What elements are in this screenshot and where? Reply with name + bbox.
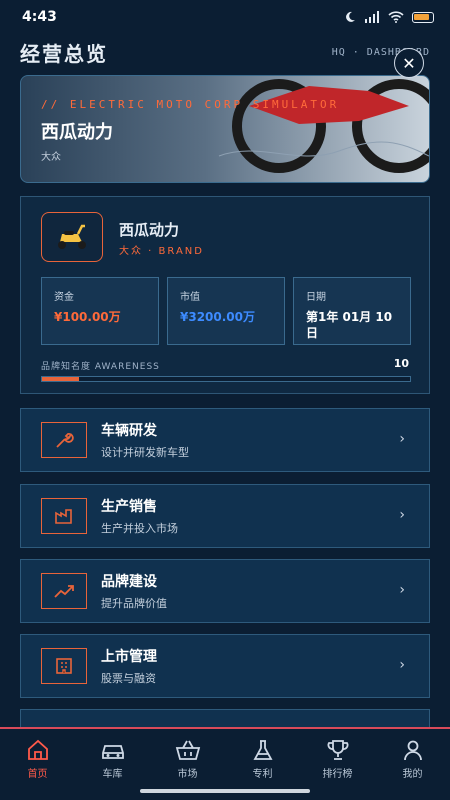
status-bar: 4:43 — [0, 0, 450, 34]
chevron-right-icon: › — [399, 431, 405, 447]
battery-icon — [412, 11, 434, 23]
brand-card: 西瓜动力 大众 · BRAND 资金 ¥100.00万 市值 ¥3200.00万… — [20, 196, 430, 394]
awareness-value: 10 — [393, 357, 409, 370]
menu-desc: 生产并投入市场 — [101, 522, 178, 535]
tab-leaderboard[interactable]: 排行榜 — [308, 739, 368, 800]
banner-title: 西瓜动力 — [41, 122, 113, 143]
menu-item-production-sales[interactable]: 生产销售 生产并投入市场 › — [20, 484, 430, 548]
chevron-right-icon: › — [399, 582, 405, 598]
wrench-icon — [41, 422, 87, 458]
home-icon — [27, 739, 48, 760]
status-time: 4:43 — [22, 9, 57, 25]
basket-icon — [175, 740, 200, 760]
menu-title: 上市管理 — [101, 649, 157, 665]
moon-icon — [344, 8, 356, 27]
tab-label: 市场 — [177, 769, 198, 780]
tab-label: 排行榜 — [322, 769, 353, 780]
status-icons — [344, 8, 434, 27]
funds-stat: 资金 ¥100.00万 — [41, 277, 159, 345]
signal-icon — [364, 8, 380, 27]
scooter-icon — [58, 224, 86, 249]
tab-label: 专利 — [252, 769, 273, 780]
wifi-icon — [388, 8, 404, 27]
menu-title: 品牌建设 — [101, 574, 157, 590]
tab-label: 车库 — [102, 769, 123, 780]
close-button[interactable]: ✕ — [394, 48, 424, 78]
awareness-progress-fill — [42, 377, 79, 381]
tab-profile[interactable]: 我的 — [383, 739, 443, 800]
car-icon — [101, 745, 124, 759]
stat-value: ¥3200.00万 — [180, 310, 256, 324]
menu-title: 生产销售 — [101, 499, 157, 515]
chevron-right-icon: › — [399, 507, 405, 523]
hero-banner: // ELECTRIC MOTO CORP SIMULATOR 西瓜动力 大众 — [20, 75, 430, 183]
brand-logo — [41, 212, 103, 262]
stat-label: 日期 — [306, 292, 326, 303]
menu-item-brand-building[interactable]: 品牌建设 提升品牌价值 › — [20, 559, 430, 623]
tab-label: 我的 — [402, 769, 423, 780]
factory-icon — [41, 498, 87, 534]
market-value-stat: 市值 ¥3200.00万 — [167, 277, 285, 345]
chevron-right-icon: › — [399, 657, 405, 673]
brand-tag: 大众 · BRAND — [119, 246, 204, 257]
tab-home[interactable]: 首页 — [8, 739, 68, 800]
motorcycle-illustration — [218, 79, 429, 173]
menu-desc: 股票与融资 — [101, 672, 156, 685]
trophy-icon — [327, 740, 348, 760]
date-stat: 日期 第1年 01月 10日 — [293, 277, 411, 345]
menu-item-vehicle-rd[interactable]: 车辆研发 设计并研发新车型 › — [20, 408, 430, 472]
menu-item-partial[interactable] — [20, 709, 430, 729]
banner-tag: // ELECTRIC MOTO CORP SIMULATOR — [41, 98, 340, 111]
menu-desc: 提升品牌价值 — [101, 597, 167, 610]
user-icon — [403, 740, 422, 761]
tab-garage[interactable]: 车库 — [83, 739, 143, 800]
menu-title: 车辆研发 — [101, 423, 157, 439]
stat-value: ¥100.00万 — [54, 310, 121, 324]
home-indicator[interactable] — [140, 789, 310, 793]
tab-label: 首页 — [27, 769, 48, 780]
trend-up-icon — [41, 573, 87, 609]
brand-name: 西瓜动力 — [119, 221, 180, 239]
page-header: 经营总览 HQ · DASHBOARD — [0, 34, 450, 70]
menu-desc: 设计并研发新车型 — [101, 446, 189, 459]
stat-label: 资金 — [54, 292, 74, 303]
stat-value: 第1年 01月 10日 — [306, 310, 393, 340]
awareness-progress-bar — [41, 376, 411, 382]
stat-label: 市值 — [180, 292, 200, 303]
menu-item-ipo-management[interactable]: 上市管理 股票与融资 › — [20, 634, 430, 698]
awareness-label: 品牌知名度 AWARENESS — [41, 362, 160, 372]
building-icon — [41, 648, 87, 684]
flask-icon — [252, 740, 273, 760]
close-icon: ✕ — [402, 53, 416, 73]
banner-subtitle: 大众 — [41, 152, 61, 163]
page-title: 经营总览 — [20, 41, 108, 66]
